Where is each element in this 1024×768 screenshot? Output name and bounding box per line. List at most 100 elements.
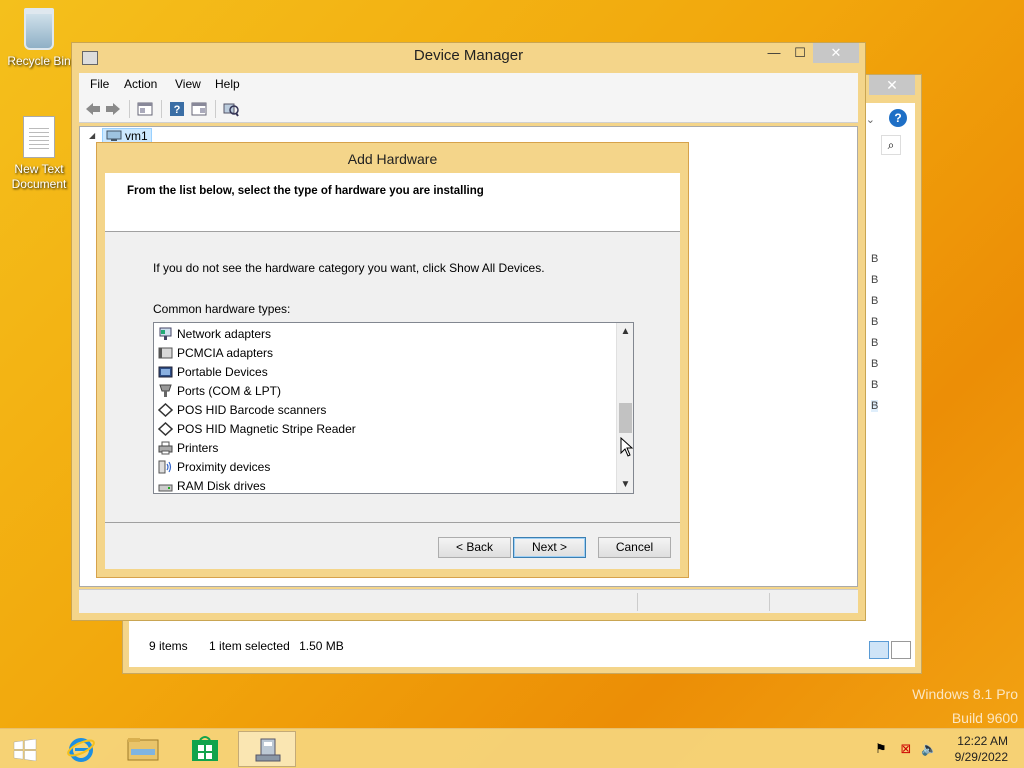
port-icon — [159, 384, 172, 397]
chevron-down-icon[interactable]: ⌄ — [866, 113, 875, 126]
toolbar: ? — [79, 95, 858, 123]
list-item-label: Network adapters — [177, 326, 272, 341]
status-bar — [79, 589, 858, 613]
dialog-title: Add Hardware — [347, 151, 438, 167]
dialog-separator — [105, 522, 680, 523]
pcmcia-adapter-icon — [158, 347, 173, 358]
taskbar-store[interactable] — [176, 731, 234, 767]
status-item-count: 9 items — [149, 639, 188, 653]
disk-drive-icon — [158, 484, 173, 491]
explorer-close-button[interactable]: ✕ — [869, 75, 915, 95]
taskbar-device-manager[interactable] — [238, 731, 296, 767]
hardware-types-listbox[interactable]: Network adapters PCMCIA adapters Portabl… — [153, 322, 634, 494]
internet-explorer-icon — [67, 738, 95, 762]
minimize-button[interactable]: — — [761, 43, 787, 63]
back-button[interactable]: < Back — [438, 537, 511, 558]
list-item[interactable]: PCMCIA adapters — [158, 343, 273, 362]
start-button[interactable] — [0, 731, 58, 767]
recycle-bin-icon — [24, 8, 54, 50]
next-button[interactable]: Next > — [513, 537, 586, 558]
network-disconnected-icon[interactable]: ⊠ — [898, 741, 914, 757]
watermark-build: Build 9600 — [951, 710, 1018, 726]
list-item[interactable]: POS HID Magnetic Stripe Reader — [158, 419, 356, 438]
status-selected: 1 item selected — [209, 639, 290, 653]
add-hardware-dialog: Add Hardware From the list below, select… — [96, 142, 689, 578]
hardware-types-label: Common hardware types: — [153, 302, 291, 316]
toolbar-separator — [161, 100, 162, 118]
taskbar-internet-explorer[interactable] — [52, 731, 110, 767]
toolbar-separator — [215, 100, 216, 118]
store-icon — [192, 736, 218, 761]
file-explorer-icon — [127, 738, 159, 761]
computer-icon — [106, 130, 122, 141]
list-item-label: PCMCIA adapters — [177, 345, 274, 360]
show-hide-icon[interactable] — [191, 101, 207, 117]
properties-icon[interactable] — [137, 101, 153, 117]
pos-hid-icon — [158, 421, 173, 436]
scroll-up-arrow-icon[interactable]: ▲ — [617, 323, 633, 340]
size-cell-selected: B — [871, 400, 879, 412]
cancel-button[interactable]: Cancel — [598, 537, 671, 558]
list-item[interactable]: Printers — [158, 438, 218, 457]
tree-expand-icon[interactable]: ◢ — [89, 131, 95, 140]
dialog-header-text: From the list below, select the type of … — [127, 185, 484, 197]
proximity-device-icon — [158, 460, 172, 473]
printer-icon — [158, 441, 173, 454]
list-item-label: POS HID Barcode scanners — [177, 402, 327, 417]
list-item[interactable]: POS HID Barcode scanners — [158, 400, 326, 419]
list-item[interactable]: Network adapters — [158, 324, 271, 343]
taskbar: ⚑ ⊠ 🔈 12:22 AM 9/29/2022 — [0, 728, 1024, 768]
list-item[interactable]: Portable Devices — [158, 362, 268, 381]
list-item-label: Printers — [177, 440, 219, 455]
menu-view[interactable]: View — [175, 77, 201, 91]
list-scrollbar[interactable]: ▲ ▼ — [616, 323, 633, 493]
size-cell: B — [871, 295, 879, 307]
svg-text:?: ? — [174, 104, 181, 116]
scroll-thumb[interactable] — [619, 403, 632, 433]
desktop-icon-label: New Text Document — [11, 162, 67, 191]
back-arrow-icon[interactable] — [85, 101, 101, 117]
menu-bar: File Action View Help — [79, 73, 858, 95]
menu-action[interactable]: Action — [124, 77, 157, 91]
scan-hardware-icon[interactable] — [223, 101, 239, 117]
size-cell: B — [871, 274, 879, 286]
details-view-icon[interactable] — [869, 641, 889, 659]
dialog-hint: If you do not see the hardware category … — [153, 261, 545, 275]
taskbar-clock[interactable]: 12:22 AM 9/29/2022 — [955, 733, 1008, 765]
scroll-down-arrow-icon[interactable]: ▼ — [617, 476, 633, 493]
maximize-button[interactable]: ☐ — [787, 43, 813, 63]
forward-arrow-icon[interactable] — [105, 101, 121, 117]
menu-help[interactable]: Help — [215, 77, 240, 91]
list-item-label: Portable Devices — [177, 364, 268, 379]
action-center-flag-icon[interactable]: ⚑ — [873, 741, 889, 757]
start-icon — [13, 739, 37, 761]
help-icon[interactable]: ? — [889, 109, 907, 127]
status-size: 1.50 MB — [299, 639, 344, 653]
dialog-body: From the list below, select the type of … — [105, 173, 680, 569]
desktop-icon-new-text-document[interactable]: New Text Document — [4, 116, 74, 192]
watermark-edition: Windows 8.1 Pro — [912, 686, 1018, 702]
list-item-label: Ports (COM & LPT) — [177, 383, 282, 398]
desktop-icon-recycle-bin[interactable]: Recycle Bin — [4, 8, 74, 68]
search-icon[interactable]: ⌕ — [881, 135, 901, 155]
clock-time: 12:22 AM — [957, 734, 1008, 748]
pos-hid-icon — [158, 402, 173, 417]
dialog-header: From the list below, select the type of … — [105, 173, 680, 232]
size-cell: B — [871, 337, 879, 349]
list-item[interactable]: Ports (COM & LPT) — [158, 381, 281, 400]
list-item[interactable]: Proximity devices — [158, 457, 270, 476]
help-icon[interactable]: ? — [169, 101, 185, 117]
explorer-statusbar: 9 items 1 item selected 1.50 MB — [149, 639, 362, 653]
text-document-icon — [23, 116, 55, 158]
toolbar-separator — [129, 100, 130, 118]
menu-file[interactable]: File — [90, 77, 109, 91]
mouse-cursor-icon — [620, 437, 634, 457]
list-item[interactable]: RAM Disk drives — [158, 476, 266, 493]
volume-icon[interactable]: 🔈 — [921, 741, 937, 757]
portable-device-icon — [158, 366, 173, 377]
large-icons-view-icon[interactable] — [891, 641, 911, 659]
network-adapter-icon — [159, 327, 172, 340]
close-button[interactable]: ✕ — [813, 43, 859, 63]
status-separator — [637, 593, 638, 611]
taskbar-file-explorer[interactable] — [114, 731, 172, 767]
